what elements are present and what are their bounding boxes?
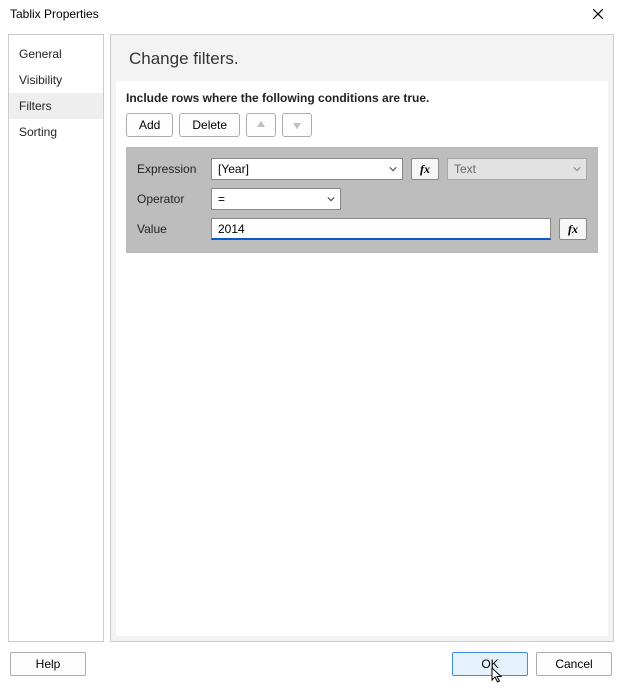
filter-editor: Expression fx xyxy=(126,147,598,253)
arrow-up-icon xyxy=(256,120,266,130)
move-up-button[interactable] xyxy=(246,113,276,137)
move-down-button[interactable] xyxy=(282,113,312,137)
sidebar-item-general[interactable]: General xyxy=(9,41,103,67)
expression-fx-button[interactable]: fx xyxy=(411,158,439,180)
ok-label: OK xyxy=(481,657,498,671)
operator-combo[interactable] xyxy=(211,188,341,210)
chevron-down-icon[interactable] xyxy=(568,159,586,179)
value-input[interactable] xyxy=(211,218,551,240)
operator-row: Operator xyxy=(137,188,587,210)
chevron-down-icon[interactable] xyxy=(384,159,402,179)
fx-icon: fx xyxy=(420,162,430,177)
dialog-footer: Help OK Cancel xyxy=(0,642,622,686)
sidebar: General Visibility Filters Sorting xyxy=(8,34,104,642)
sidebar-item-sorting[interactable]: Sorting xyxy=(9,119,103,145)
value-label: Value xyxy=(137,222,203,236)
panel-heading: Change filters. xyxy=(111,35,613,81)
value-row: Value fx xyxy=(137,218,587,240)
operator-input[interactable] xyxy=(212,189,322,209)
footer-right: OK Cancel xyxy=(452,652,612,676)
instruction-text: Include rows where the following conditi… xyxy=(126,91,598,105)
sidebar-item-filters[interactable]: Filters xyxy=(9,93,103,119)
cancel-button[interactable]: Cancel xyxy=(536,652,612,676)
window-title: Tablix Properties xyxy=(10,7,99,21)
titlebar: Tablix Properties xyxy=(0,0,622,28)
operator-label: Operator xyxy=(137,192,203,206)
filter-toolbar: Add Delete xyxy=(126,113,598,137)
value-fx-button[interactable]: fx xyxy=(559,218,587,240)
dialog-body: General Visibility Filters Sorting Chang… xyxy=(0,28,622,642)
chevron-down-icon[interactable] xyxy=(322,189,340,209)
sidebar-item-visibility[interactable]: Visibility xyxy=(9,67,103,93)
type-combo[interactable] xyxy=(447,158,587,180)
expression-row: Expression fx xyxy=(137,158,587,180)
expression-input[interactable] xyxy=(212,159,384,179)
type-input xyxy=(448,159,568,179)
arrow-down-icon xyxy=(292,120,302,130)
add-button[interactable]: Add xyxy=(126,113,173,137)
delete-button[interactable]: Delete xyxy=(179,113,240,137)
main-panel: Change filters. Include rows where the f… xyxy=(110,34,614,642)
close-icon xyxy=(593,9,603,19)
close-button[interactable] xyxy=(578,2,618,26)
ok-button[interactable]: OK xyxy=(452,652,528,676)
expression-label: Expression xyxy=(137,162,203,176)
panel-content: Include rows where the following conditi… xyxy=(116,81,608,636)
empty-area xyxy=(126,253,598,636)
help-button[interactable]: Help xyxy=(10,652,86,676)
fx-icon: fx xyxy=(568,222,578,237)
expression-combo[interactable] xyxy=(211,158,403,180)
